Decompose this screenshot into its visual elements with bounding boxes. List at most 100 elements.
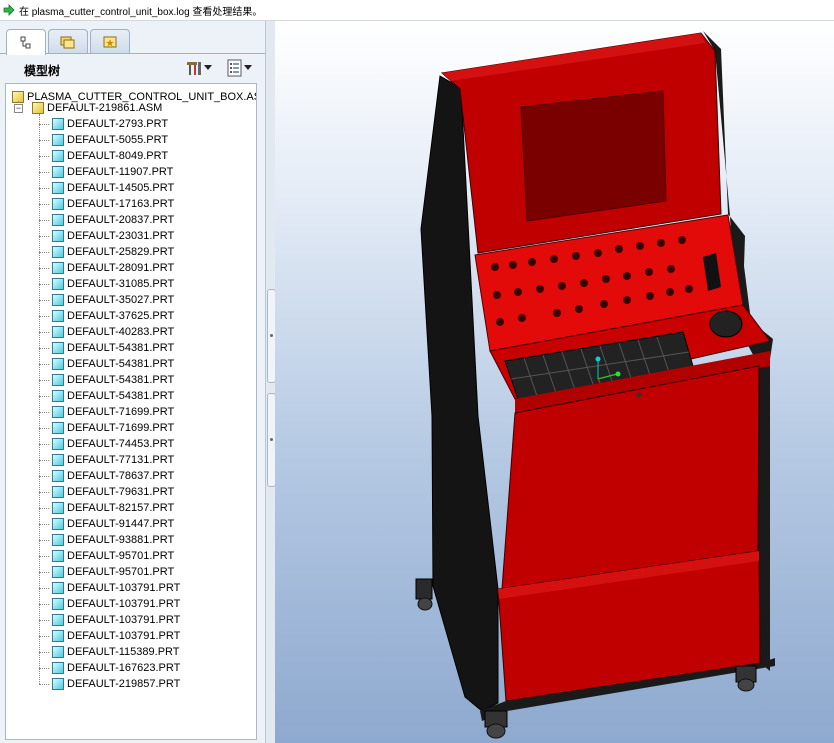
part-icon: [52, 582, 64, 594]
tree-part-label: DEFAULT-23031.PRT: [67, 230, 175, 242]
chevron-down-icon: [204, 65, 212, 70]
chevron-down-icon: [244, 65, 252, 70]
tree-connector: [39, 540, 49, 541]
tree-part-label: DEFAULT-25829.PRT: [67, 246, 175, 258]
part-icon: [52, 358, 64, 370]
tree-part-label: DEFAULT-103791.PRT: [67, 630, 181, 642]
tree-connector: [39, 188, 49, 189]
tree-connector: [39, 524, 49, 525]
tree-part-label: DEFAULT-5055.PRT: [67, 134, 169, 146]
tree-tools-button[interactable]: [186, 59, 212, 77]
part-icon: [52, 374, 64, 386]
green-arrow-icon: [3, 4, 15, 16]
tree-part-item[interactable]: DEFAULT-23031.PRT: [52, 228, 174, 244]
tools-icon: [187, 62, 201, 75]
tree-part-label: DEFAULT-54381.PRT: [67, 390, 175, 402]
tree-part-label: DEFAULT-2793.PRT: [67, 118, 169, 130]
tree-part-item[interactable]: DEFAULT-77131.PRT: [52, 452, 174, 468]
tree-part-item[interactable]: DEFAULT-54381.PRT: [52, 388, 174, 404]
tree-part-item[interactable]: DEFAULT-11907.PRT: [52, 164, 173, 180]
part-icon: [52, 230, 64, 242]
model-tree-icon: [20, 36, 31, 48]
tree-part-item[interactable]: DEFAULT-103791.PRT: [52, 596, 180, 612]
tree-part-item[interactable]: DEFAULT-95701.PRT: [52, 564, 174, 580]
message-text: 在 plasma_cutter_control_unit_box.log 查看处…: [19, 6, 263, 18]
tree-title: 模型树: [24, 64, 61, 78]
tree-part-item[interactable]: DEFAULT-28091.PRT: [52, 260, 174, 276]
tree-part-item[interactable]: DEFAULT-35027.PRT: [52, 292, 174, 308]
tree-part-label: DEFAULT-71699.PRT: [67, 406, 175, 418]
graphics-viewport[interactable]: [275, 21, 834, 743]
tree-part-item[interactable]: DEFAULT-71699.PRT: [52, 420, 174, 436]
collapse-toggle[interactable]: −: [14, 104, 23, 113]
part-icon: [52, 518, 64, 530]
part-icon: [52, 326, 64, 338]
tree-subassembly-label: DEFAULT-219861.ASM: [47, 102, 163, 114]
tree-part-item[interactable]: DEFAULT-40283.PRT: [52, 324, 174, 340]
tree-part-item[interactable]: DEFAULT-103791.PRT: [52, 580, 180, 596]
tree-connector: [39, 114, 40, 684]
tree-part-label: DEFAULT-167623.PRT: [67, 662, 181, 674]
tree-part-item[interactable]: DEFAULT-91447.PRT: [52, 516, 174, 532]
tree-connector: [39, 652, 49, 653]
part-icon: [52, 294, 64, 306]
tree-part-label: DEFAULT-103791.PRT: [67, 582, 181, 594]
tree-part-item[interactable]: DEFAULT-78637.PRT: [52, 468, 174, 484]
part-icon: [52, 454, 64, 466]
part-icon: [52, 662, 64, 674]
tree-part-item[interactable]: DEFAULT-79631.PRT: [52, 484, 174, 500]
tree-subassembly-item[interactable]: DEFAULT-219861.ASM: [32, 100, 162, 116]
tree-connector: [39, 620, 49, 621]
tree-part-item[interactable]: DEFAULT-219857.PRT: [52, 676, 180, 692]
tree-part-label: DEFAULT-20837.PRT: [67, 214, 175, 226]
tree-connector: [39, 412, 49, 413]
tree-part-label: DEFAULT-78637.PRT: [67, 470, 175, 482]
tree-part-item[interactable]: DEFAULT-20837.PRT: [52, 212, 174, 228]
tree-part-item[interactable]: DEFAULT-17163.PRT: [52, 196, 174, 212]
tree-part-item[interactable]: DEFAULT-54381.PRT: [52, 356, 174, 372]
tree-part-item[interactable]: DEFAULT-74453.PRT: [52, 436, 174, 452]
tree-connector: [39, 604, 49, 605]
tree-part-label: DEFAULT-115389.PRT: [67, 646, 180, 658]
tree-part-item[interactable]: DEFAULT-8049.PRT: [52, 148, 168, 164]
tree-part-item[interactable]: DEFAULT-2793.PRT: [52, 116, 168, 132]
tree-connector: [39, 220, 49, 221]
tree-part-label: DEFAULT-79631.PRT: [67, 486, 175, 498]
tree-part-item[interactable]: DEFAULT-115389.PRT: [52, 644, 180, 660]
tree-part-item[interactable]: DEFAULT-14505.PRT: [52, 180, 174, 196]
tree-part-item[interactable]: DEFAULT-95701.PRT: [52, 548, 174, 564]
tree-connector: [39, 172, 49, 173]
favorites-tab[interactable]: [90, 29, 130, 54]
tree-connector: [39, 508, 49, 509]
tree-part-item[interactable]: DEFAULT-82157.PRT: [52, 500, 174, 516]
part-icon: [52, 630, 64, 642]
tree-part-item[interactable]: DEFAULT-31085.PRT: [52, 276, 174, 292]
tree-part-label: DEFAULT-11907.PRT: [67, 166, 174, 178]
part-icon: [52, 438, 64, 450]
tree-settings-button[interactable]: [226, 59, 252, 77]
tree-part-item[interactable]: DEFAULT-54381.PRT: [52, 340, 174, 356]
tree-part-item[interactable]: DEFAULT-54381.PRT: [52, 372, 174, 388]
tree-part-label: DEFAULT-95701.PRT: [67, 566, 175, 578]
tree-part-label: DEFAULT-17163.PRT: [67, 198, 175, 210]
favorites-icon: [103, 36, 117, 48]
tree-part-item[interactable]: DEFAULT-93881.PRT: [52, 532, 174, 548]
folder-browser-tab[interactable]: [48, 29, 88, 54]
tree-part-item[interactable]: DEFAULT-37625.PRT: [52, 308, 174, 324]
model-tree-tab[interactable]: [6, 29, 46, 55]
tree-part-label: DEFAULT-219857.PRT: [67, 678, 181, 690]
tree-part-item[interactable]: DEFAULT-25829.PRT: [52, 244, 174, 260]
tree-connector: [39, 236, 49, 237]
tree-part-label: DEFAULT-74453.PRT: [67, 438, 175, 450]
tree-connector: [39, 156, 49, 157]
part-icon: [52, 486, 64, 498]
tree-part-item[interactable]: DEFAULT-103791.PRT: [52, 612, 180, 628]
tree-part-item[interactable]: DEFAULT-167623.PRT: [52, 660, 180, 676]
tree-part-label: DEFAULT-77131.PRT: [67, 454, 175, 466]
tree-connector: [39, 668, 49, 669]
part-icon: [52, 678, 64, 690]
part-icon: [52, 134, 64, 146]
tree-part-item[interactable]: DEFAULT-5055.PRT: [52, 132, 168, 148]
tree-part-item[interactable]: DEFAULT-103791.PRT: [52, 628, 180, 644]
tree-part-item[interactable]: DEFAULT-71699.PRT: [52, 404, 174, 420]
